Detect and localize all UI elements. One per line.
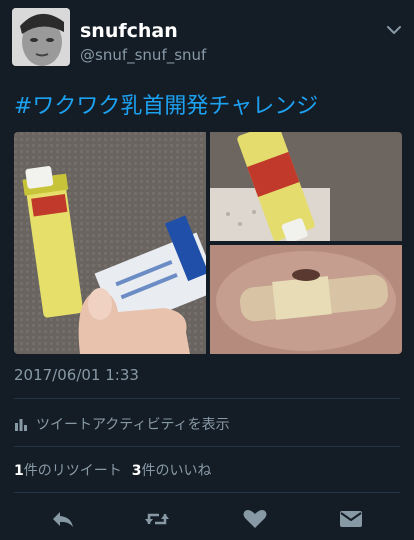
user-handle[interactable]: @snuf_snuf_snuf xyxy=(80,46,206,64)
reply-icon[interactable] xyxy=(50,508,76,530)
media-grid xyxy=(14,132,402,354)
divider xyxy=(14,446,400,447)
tweet-timestamp: 2017/06/01 1:33 xyxy=(14,366,139,384)
divider xyxy=(14,492,400,493)
tweet-action-bar xyxy=(0,500,414,540)
tweet-activity-label: ツイートアクティビティを表示 xyxy=(36,417,230,433)
media-photo-bandage-applied[interactable] xyxy=(210,245,402,354)
bar-chart-icon xyxy=(15,419,27,431)
like-stat[interactable]: 3件のいいね xyxy=(132,463,212,479)
retweet-icon[interactable] xyxy=(144,508,170,530)
avatar[interactable] xyxy=(12,8,70,66)
chevron-down-icon[interactable] xyxy=(384,22,404,38)
retweet-count-label: 件のリツイート xyxy=(23,463,122,479)
avatar-photo xyxy=(12,8,70,66)
tweet-activity-link[interactable]: ツイートアクティビティを表示 xyxy=(14,412,230,436)
hashtag-link[interactable]: #ワクワク乳首開発チャレンジ xyxy=(14,88,318,120)
media-photo-ointment-and-bandage[interactable] xyxy=(14,132,206,354)
display-name[interactable]: snufchan xyxy=(80,20,178,42)
message-icon[interactable] xyxy=(338,508,364,530)
like-count: 3 xyxy=(131,463,142,479)
divider xyxy=(14,398,400,399)
like-icon[interactable] xyxy=(242,508,268,530)
retweet-count: 1 xyxy=(14,463,24,479)
tweet-header: snufchan @snuf_snuf_snuf xyxy=(12,8,404,68)
engagement-counts: 1件のリツイート 3件のいいね xyxy=(14,460,212,480)
media-photo-ointment-tube[interactable] xyxy=(210,132,402,241)
like-count-label: 件のいいね xyxy=(141,463,212,479)
tweet-detail-page: snufchan @snuf_snuf_snuf #ワクワク乳首開発チャレンジ xyxy=(0,0,414,540)
retweet-stat[interactable]: 1件のリツイート xyxy=(14,463,122,479)
